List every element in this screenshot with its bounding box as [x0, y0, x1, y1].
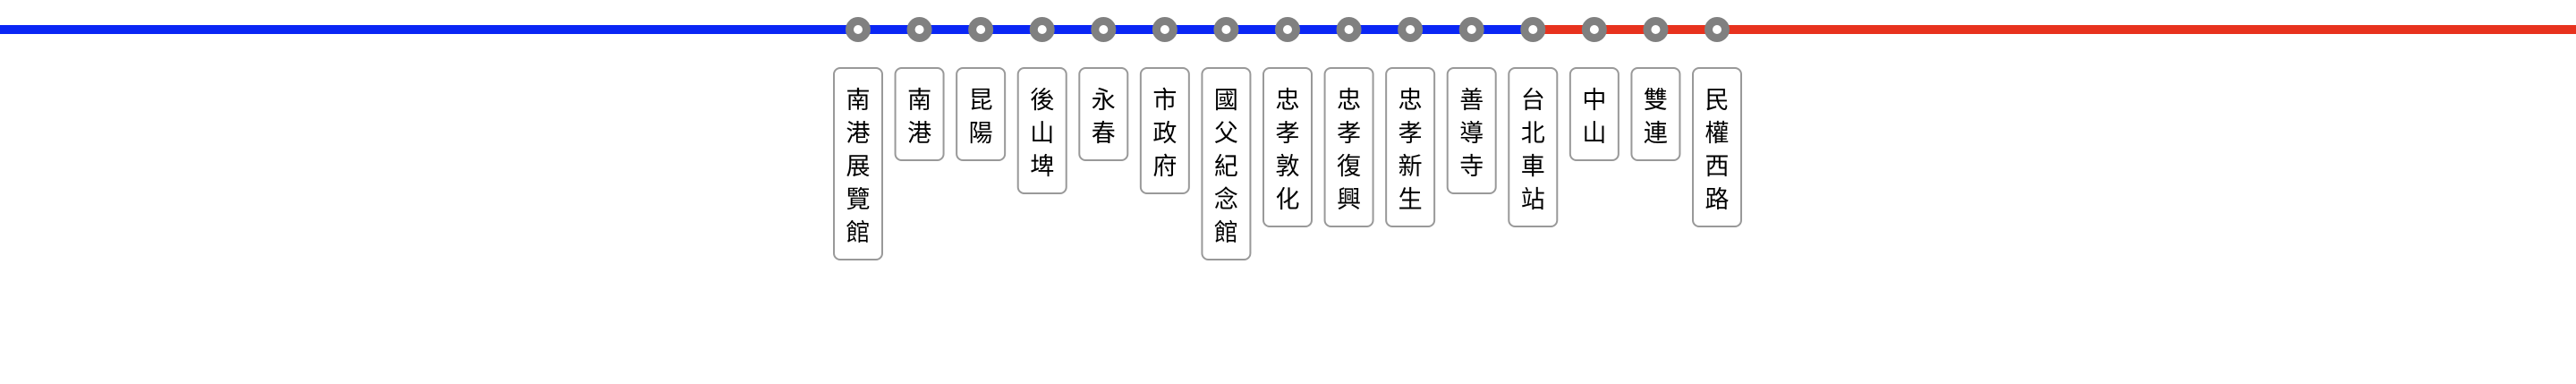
station-label[interactable]: 民權西路	[1692, 67, 1742, 227]
station-name-char: 念	[1214, 186, 1238, 214]
station-name-char: 國	[1214, 87, 1238, 115]
station-name-char: 權	[1705, 120, 1730, 148]
station-name-char: 昆	[969, 87, 993, 115]
station-marker[interactable]	[1398, 17, 1424, 42]
station-label[interactable]: 中山	[1569, 67, 1620, 161]
station-name-char: 政	[1152, 120, 1177, 148]
station-name-char: 生	[1399, 186, 1423, 214]
station-name-char: 中	[1582, 87, 1606, 115]
station-name-char: 寺	[1459, 153, 1484, 181]
station-name-char: 新	[1399, 153, 1423, 181]
station-label[interactable]: 善導寺	[1446, 67, 1497, 194]
station-marker[interactable]	[1029, 17, 1055, 42]
station-name-char: 山	[1582, 120, 1606, 148]
station-name-char: 忠	[1399, 87, 1423, 115]
station-name-char: 覽	[846, 186, 871, 214]
station-name-char: 台	[1521, 87, 1545, 115]
station-marker[interactable]	[846, 17, 871, 42]
station-marker[interactable]	[968, 17, 994, 42]
station-labels: 南港展覽館南港昆陽後山埤永春市政府國父紀念館忠孝敦化忠孝復興忠孝新生善導寺台北車…	[833, 67, 1742, 260]
station-name-char: 館	[1214, 219, 1238, 247]
station-name-char: 忠	[1276, 87, 1300, 115]
station-name-char: 港	[846, 120, 871, 148]
station-label[interactable]: 忠孝新生	[1385, 67, 1436, 227]
station-name-char: 導	[1459, 120, 1484, 148]
station-name-char: 展	[846, 153, 871, 181]
station-label[interactable]: 後山埤	[1016, 67, 1067, 194]
station-name-char: 孝	[1337, 120, 1361, 148]
station-label[interactable]: 忠孝敦化	[1262, 67, 1313, 227]
station-name-char: 站	[1521, 186, 1545, 214]
metro-line-diagram: 南港展覽館南港昆陽後山埤永春市政府國父紀念館忠孝敦化忠孝復興忠孝新生善導寺台北車…	[0, 17, 2576, 260]
station-name-char: 連	[1644, 120, 1668, 148]
station-name-char: 孝	[1276, 120, 1300, 148]
station-name-char: 永	[1092, 87, 1116, 115]
station-name-char: 後	[1030, 87, 1054, 115]
station-name-char: 興	[1337, 186, 1361, 214]
station-marker[interactable]	[1152, 17, 1177, 42]
station-marker[interactable]	[1705, 17, 1730, 42]
station-marker[interactable]	[1520, 17, 1546, 42]
station-label[interactable]: 忠孝復興	[1323, 67, 1374, 227]
station-name-char: 陽	[969, 120, 993, 148]
station-name-char: 敦	[1276, 153, 1300, 181]
station-name-char: 雙	[1644, 87, 1668, 115]
station-label[interactable]: 雙連	[1630, 67, 1681, 161]
station-markers	[846, 17, 1730, 42]
station-name-char: 化	[1276, 186, 1300, 214]
station-marker[interactable]	[1275, 17, 1300, 42]
station-name-char: 紀	[1214, 153, 1238, 181]
station-name-char: 港	[907, 120, 931, 148]
station-name-char: 車	[1521, 153, 1545, 181]
station-label[interactable]: 市政府	[1139, 67, 1190, 194]
station-label[interactable]: 南港	[894, 67, 945, 161]
station-name-char: 北	[1521, 120, 1545, 148]
station-name-char: 善	[1459, 87, 1484, 115]
station-marker[interactable]	[1091, 17, 1117, 42]
station-name-char: 父	[1214, 120, 1238, 148]
station-name-char: 西	[1705, 153, 1730, 181]
station-label[interactable]: 昆陽	[956, 67, 1007, 161]
station-label[interactable]: 台北車站	[1508, 67, 1559, 227]
station-name-char: 路	[1705, 186, 1730, 214]
station-name-char: 孝	[1399, 120, 1423, 148]
station-marker[interactable]	[1643, 17, 1669, 42]
station-name-char: 市	[1152, 87, 1177, 115]
station-name-char: 民	[1705, 87, 1730, 115]
station-name-char: 復	[1337, 153, 1361, 181]
station-name-char: 春	[1092, 120, 1116, 148]
station-name-char: 館	[846, 219, 871, 247]
station-marker[interactable]	[1213, 17, 1239, 42]
station-marker[interactable]	[1581, 17, 1607, 42]
station-label[interactable]: 國父紀念館	[1201, 67, 1252, 260]
station-name-char: 山	[1030, 120, 1054, 148]
station-name-char: 府	[1152, 153, 1177, 181]
station-name-char: 忠	[1337, 87, 1361, 115]
station-marker[interactable]	[1458, 17, 1484, 42]
station-label[interactable]: 永春	[1078, 67, 1129, 161]
station-marker[interactable]	[1336, 17, 1362, 42]
station-label[interactable]: 南港展覽館	[833, 67, 883, 260]
station-name-char: 南	[907, 87, 931, 115]
station-name-char: 埤	[1030, 153, 1054, 181]
station-name-char: 南	[846, 87, 871, 115]
station-marker[interactable]	[906, 17, 932, 42]
